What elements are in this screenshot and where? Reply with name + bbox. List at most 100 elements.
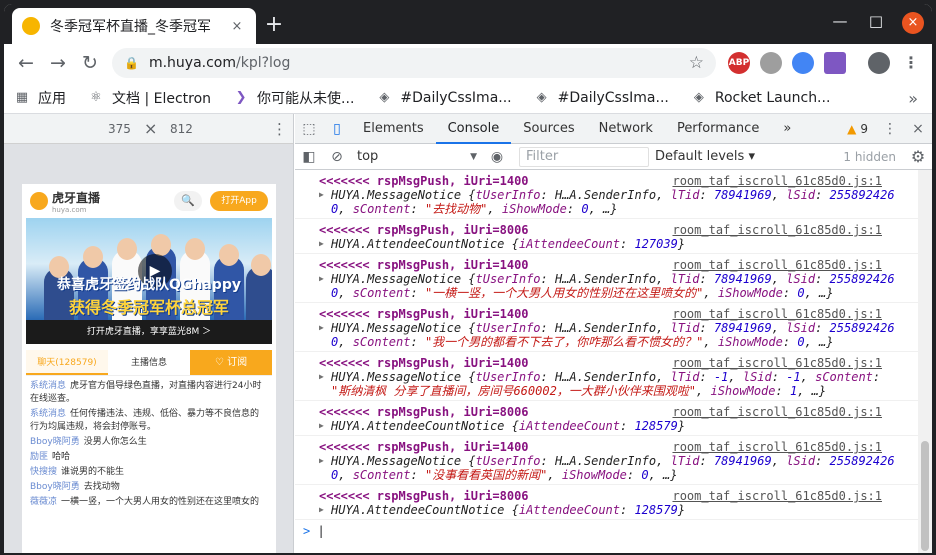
console-prompt[interactable]: > | xyxy=(295,520,918,538)
url-text[interactable]: m.huya.com/kpl?log xyxy=(149,55,689,71)
chat-message: 励匪 哈哈 xyxy=(30,452,71,462)
device-height[interactable]: 812 xyxy=(170,122,193,136)
open-app-button[interactable]: 打开App xyxy=(210,191,268,211)
source-link[interactable]: room_taf_iscroll_61c85d0.js:1 xyxy=(672,489,882,503)
maximize-button[interactable]: □ xyxy=(864,12,888,30)
console-entry[interactable]: <<<<<<< rspMsgPush, iUri=8006 room_taf_is… xyxy=(295,401,918,436)
bookmark-item[interactable]: ⚛ 文档 | Electron xyxy=(88,88,211,108)
clear-console-icon[interactable]: ⊘ xyxy=(323,149,351,165)
console-filter-bar: ◧ ⊘ top ▼ ◉ Filter Default levels ▾ 1 hid… xyxy=(295,144,932,170)
context-select[interactable]: top ▼ xyxy=(351,149,483,164)
source-link[interactable]: room_taf_iscroll_61c85d0.js:1 xyxy=(672,307,882,321)
settings-gear-icon[interactable]: ⚙ xyxy=(904,147,932,166)
bookmark-item[interactable]: ◈ #DailyCssIma... xyxy=(376,90,511,106)
address-bar[interactable]: 🔒 m.huya.com/kpl?log ☆ xyxy=(112,48,716,78)
bookmark-star-icon[interactable]: ☆ xyxy=(689,53,704,73)
dimension-x-icon: × xyxy=(144,119,158,138)
console-object-line: "斯纳清枫 分享了直播间，房间号660002，一大群小伙伴来围观啦", iSho… xyxy=(331,384,827,398)
console-entry[interactable]: <<<<<<< rspMsgPush, iUri=1400 room_taf_is… xyxy=(295,170,918,219)
levels-dropdown[interactable]: Default levels ▾ xyxy=(655,149,755,164)
chat-message: 快搜搜 谁说男的不能生 xyxy=(30,467,125,477)
browser-menu-icon[interactable]: ⋮ xyxy=(900,52,922,74)
source-link[interactable]: room_taf_iscroll_61c85d0.js:1 xyxy=(672,440,882,454)
inspect-element-icon[interactable]: ⬚ xyxy=(295,121,323,137)
source-link[interactable]: room_taf_iscroll_61c85d0.js:1 xyxy=(672,405,882,419)
warnings-counter[interactable]: ▲ 9 xyxy=(847,122,876,136)
bookmarks-overflow-icon[interactable]: » xyxy=(908,89,918,108)
search-icon[interactable]: 🔍 xyxy=(174,191,202,211)
chat-message: 系统消息 虎牙官方倡导绿色直播，对直播内容进行24小时在线巡查。 xyxy=(30,381,262,404)
new-tab-button[interactable]: + xyxy=(262,12,286,37)
minimize-button[interactable]: — xyxy=(828,12,852,30)
extension-icon[interactable] xyxy=(824,52,846,74)
console-object-line: ▶ HUYA.AttendeeCountNotice {iAttendeeCoun… xyxy=(319,237,686,251)
devtools-close-icon[interactable]: × xyxy=(904,121,932,137)
device-menu-icon[interactable]: ⋮ xyxy=(272,120,287,138)
download-bar[interactable]: 打开虎牙直播，享享蓝光8M ＞ xyxy=(26,320,272,344)
extension-icon[interactable] xyxy=(760,52,782,74)
filter-input[interactable]: Filter xyxy=(519,146,649,167)
bookmark-item[interactable]: ◈ #DailyCssIma... xyxy=(534,90,669,106)
tab-anchor-info[interactable]: 主播信息 xyxy=(108,350,190,375)
huya-logo-icon xyxy=(30,192,48,210)
subscribe-button[interactable]: ♡ 订阅 xyxy=(190,350,272,375)
chat-list: 系统消息 虎牙官方倡导绿色直播，对直播内容进行24小时在线巡查。 系统消息 任何传播… xyxy=(22,376,276,515)
console-entry[interactable]: <<<<<<< rspMsgPush, iUri=1400 room_taf_is… xyxy=(295,352,918,401)
tab-chat[interactable]: 聊天(128579) xyxy=(26,350,108,375)
console-object-line: ▶ HUYA.MessageNotice {tUserInfo: H…A.Send… xyxy=(319,454,895,468)
video-banner[interactable]: ▶ 恭喜虎牙签约战队QGhappy 获得冬季冠军杯总冠军 xyxy=(26,218,272,320)
console-object-line: ▶ HUYA.MessageNotice {tUserInfo: H…A.Send… xyxy=(319,272,895,286)
window-close-button[interactable]: × xyxy=(902,12,924,34)
console-entry[interactable]: <<<<<<< rspMsgPush, iUri=1400 room_taf_is… xyxy=(295,436,918,485)
device-toolbar-icon[interactable]: ▯ xyxy=(323,121,351,137)
codepen-icon: ◈ xyxy=(536,89,547,105)
source-link[interactable]: room_taf_iscroll_61c85d0.js:1 xyxy=(672,174,882,188)
mobile-viewport: 虎牙直播 huya.com 🔍 打开App ▶ 恭喜虎牙签约战队QGhappy … xyxy=(22,184,276,553)
bookmark-item[interactable]: ▦ 应用 xyxy=(14,88,66,108)
device-width[interactable]: 375 xyxy=(108,122,131,136)
tab-console[interactable]: Console xyxy=(435,114,512,144)
devtools-panel: ⬚ ▯ Elements Console Sources Network Per… xyxy=(295,114,932,553)
console-entry[interactable]: <<<<<<< rspMsgPush, iUri=8006 room_taf_is… xyxy=(295,219,918,254)
tab-network[interactable]: Network xyxy=(587,114,665,144)
console-object-line: ▶ HUYA.MessageNotice {tUserInfo: H…A.Send… xyxy=(319,370,881,384)
console-entry[interactable]: <<<<<<< rspMsgPush, iUri=1400 room_taf_is… xyxy=(295,254,918,303)
chat-message: 系统消息 任何传播违法、违规、低俗、暴力等不良信息的行为均属违规，将会封停账号。 xyxy=(30,409,260,432)
brand-name: 虎牙直播 xyxy=(52,190,101,205)
tab-elements[interactable]: Elements xyxy=(351,114,436,144)
eye-icon[interactable]: ◉ xyxy=(483,149,511,165)
source-link[interactable]: room_taf_iscroll_61c85d0.js:1 xyxy=(672,223,882,237)
title-bar: 冬季冠军杯直播_冬季冠军 × + — □ × xyxy=(4,4,932,44)
devtools-menu-icon[interactable]: ⋮ xyxy=(876,121,904,137)
scrollbar-thumb[interactable] xyxy=(921,441,929,551)
more-tabs-icon[interactable]: » xyxy=(771,114,803,144)
banner-line-1: 恭喜虎牙签约战队QGhappy xyxy=(57,277,241,293)
adblock-extension-icon[interactable]: ABP xyxy=(728,52,750,74)
chevron-icon: ❯ xyxy=(235,89,247,105)
source-link[interactable]: room_taf_iscroll_61c85d0.js:1 xyxy=(672,356,882,370)
console-object-line: 0, sContent: "没事看看英国的新闻", iShowMode: 0, … xyxy=(331,468,678,482)
profile-avatar[interactable] xyxy=(868,52,890,74)
console-object-line: ▶ HUYA.AttendeeCountNotice {iAttendeeCoun… xyxy=(319,419,686,433)
source-link[interactable]: room_taf_iscroll_61c85d0.js:1 xyxy=(672,258,882,272)
chat-message: Bboy晓阿勇 没男人你怎么生 xyxy=(30,437,147,447)
back-button[interactable]: ← xyxy=(10,52,42,74)
forward-button[interactable]: → xyxy=(42,52,74,74)
tab-performance[interactable]: Performance xyxy=(665,114,771,144)
console-entry[interactable]: <<<<<<< rspMsgPush, iUri=1400 room_taf_is… xyxy=(295,303,918,352)
room-tabs: 聊天(128579) 主播信息 ♡ 订阅 xyxy=(26,350,272,376)
huya-favicon-icon xyxy=(22,17,40,35)
huya-header: 虎牙直播 huya.com 🔍 打开App xyxy=(22,184,276,218)
console-scrollbar[interactable] xyxy=(918,170,932,553)
bookmark-item[interactable]: ◈ Rocket Launch... xyxy=(691,90,831,106)
tab-sources[interactable]: Sources xyxy=(511,114,586,144)
bookmark-item[interactable]: ❯ 你可能从未使... xyxy=(233,88,355,108)
browser-window: 冬季冠军杯直播_冬季冠军 × + — □ × ← → ↻ 🔒 m.huya.co… xyxy=(4,4,932,553)
browser-tab[interactable]: 冬季冠军杯直播_冬季冠军 × xyxy=(12,8,256,44)
tab-close-icon[interactable]: × xyxy=(228,19,246,34)
reload-button[interactable]: ↻ xyxy=(74,52,106,74)
console-entry[interactable]: <<<<<<< rspMsgPush, iUri=8006 room_taf_is… xyxy=(295,485,918,520)
extension-icon[interactable] xyxy=(792,52,814,74)
sidebar-toggle-icon[interactable]: ◧ xyxy=(295,149,323,165)
chat-message: Bboy晓阿勇 去找动物 xyxy=(30,482,120,492)
